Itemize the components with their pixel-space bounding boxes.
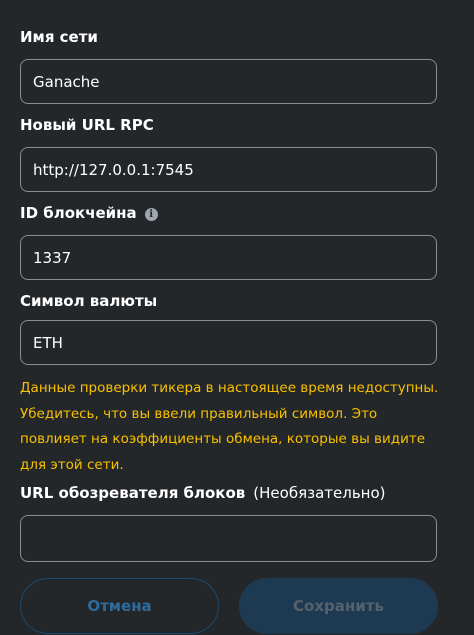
cancel-button[interactable]: Отмена [20,578,219,634]
network-name-label: Имя сети [20,28,98,46]
chain-id-input[interactable] [20,235,437,280]
rpc-url-label: Новый URL RPC [20,116,154,134]
block-explorer-input[interactable] [20,515,437,562]
block-explorer-label: URL обозревателя блоков [20,484,246,502]
rpc-url-input[interactable] [20,147,437,192]
chain-id-label: ID блокчейна [20,204,137,222]
save-button[interactable]: Сохранить [239,578,438,634]
currency-symbol-input[interactable] [20,320,437,365]
ticker-warning: Данные проверки тикера в настоящее время… [20,380,439,473]
network-name-input[interactable] [20,59,437,104]
block-explorer-label-row: URL обозревателя блоков (Необязательно) [20,484,386,502]
optional-label: (Необязательно) [253,484,386,502]
chain-id-label-row: ID блокчейна i [20,204,158,222]
currency-symbol-label: Символ валюты [20,292,158,310]
info-icon[interactable]: i [144,208,158,221]
